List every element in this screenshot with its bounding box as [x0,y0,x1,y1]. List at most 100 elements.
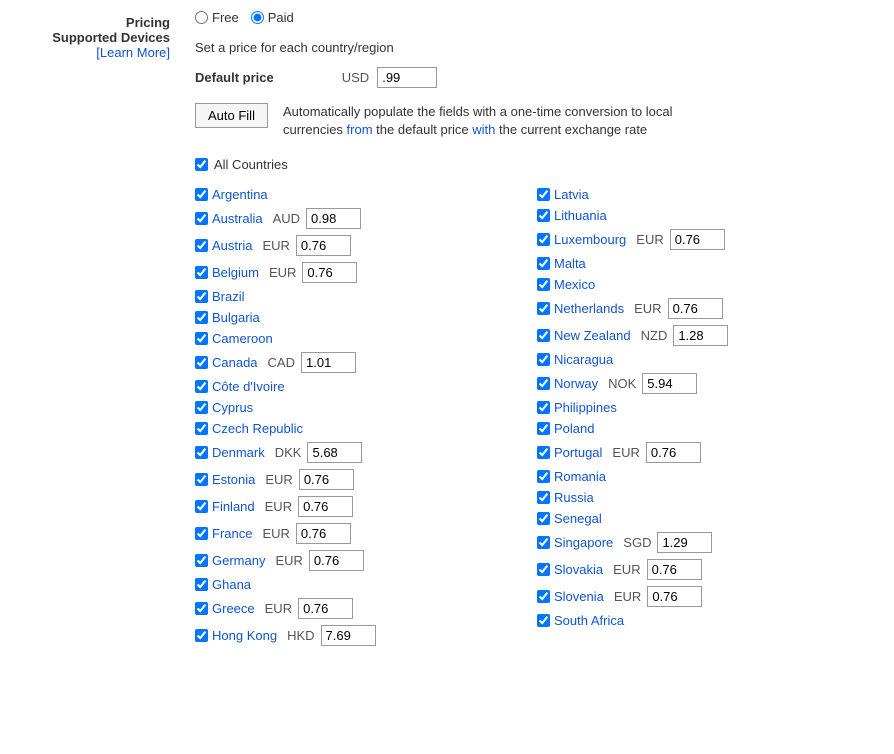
country-link[interactable]: South Africa [554,613,624,628]
country-checkbox[interactable] [195,239,208,252]
country-price-input[interactable] [296,235,351,256]
country-price-input[interactable] [647,559,702,580]
country-link[interactable]: Russia [554,490,594,505]
country-price-input[interactable] [298,598,353,619]
country-link[interactable]: Brazil [212,289,245,304]
country-link[interactable]: Romania [554,469,606,484]
country-link[interactable]: Nicaragua [554,352,613,367]
country-link[interactable]: Luxembourg [554,232,626,247]
country-checkbox[interactable] [537,422,550,435]
country-checkbox[interactable] [537,278,550,291]
country-checkbox[interactable] [537,590,550,603]
country-checkbox[interactable] [195,527,208,540]
paid-radio-label[interactable]: Paid [251,10,294,25]
country-link[interactable]: Greece [212,601,255,616]
country-price-input[interactable] [299,469,354,490]
country-link[interactable]: Netherlands [554,301,624,316]
country-link[interactable]: Côte d'Ivoire [212,379,285,394]
country-price-input[interactable] [670,229,725,250]
country-link[interactable]: Czech Republic [212,421,303,436]
country-link[interactable]: New Zealand [554,328,631,343]
country-link[interactable]: Finland [212,499,255,514]
country-link[interactable]: Canada [212,355,258,370]
country-link[interactable]: Poland [554,421,594,436]
country-price-input[interactable] [673,325,728,346]
free-radio[interactable] [195,11,208,24]
country-link[interactable]: France [212,526,252,541]
country-price-input[interactable] [309,550,364,571]
country-link[interactable]: Argentina [212,187,268,202]
country-link[interactable]: Senegal [554,511,602,526]
country-checkbox[interactable] [537,188,550,201]
country-link[interactable]: Hong Kong [212,628,277,643]
country-link[interactable]: Australia [212,211,263,226]
country-checkbox[interactable] [537,512,550,525]
country-checkbox[interactable] [537,470,550,483]
country-checkbox[interactable] [195,446,208,459]
country-link[interactable]: Lithuania [554,208,607,223]
country-link[interactable]: Belgium [212,265,259,280]
free-radio-label[interactable]: Free [195,10,239,25]
country-checkbox[interactable] [195,629,208,642]
country-checkbox[interactable] [537,257,550,270]
country-checkbox[interactable] [195,422,208,435]
country-link[interactable]: Ghana [212,577,251,592]
country-checkbox[interactable] [537,377,550,390]
country-checkbox[interactable] [195,332,208,345]
country-price-input[interactable] [296,523,351,544]
country-link[interactable]: Cameroon [212,331,273,346]
country-price-input[interactable] [668,298,723,319]
country-checkbox[interactable] [195,311,208,324]
country-link[interactable]: Germany [212,553,265,568]
country-link[interactable]: Latvia [554,187,589,202]
country-checkbox[interactable] [195,554,208,567]
country-checkbox[interactable] [195,602,208,615]
country-price-input[interactable] [306,208,361,229]
country-checkbox[interactable] [195,473,208,486]
country-price-input[interactable] [321,625,376,646]
country-link[interactable]: Bulgaria [212,310,260,325]
country-price-input[interactable] [657,532,712,553]
country-price-input[interactable] [642,373,697,394]
country-checkbox[interactable] [195,356,208,369]
country-link[interactable]: Portugal [554,445,602,460]
country-checkbox[interactable] [537,491,550,504]
country-link[interactable]: Norway [554,376,598,391]
country-checkbox[interactable] [537,329,550,342]
country-checkbox[interactable] [195,290,208,303]
country-checkbox[interactable] [537,401,550,414]
country-checkbox[interactable] [537,233,550,246]
country-checkbox[interactable] [537,353,550,366]
country-price-input[interactable] [298,496,353,517]
country-price-input[interactable] [647,586,702,607]
country-price-input[interactable] [646,442,701,463]
country-link[interactable]: Mexico [554,277,595,292]
country-link[interactable]: Singapore [554,535,613,550]
country-checkbox[interactable] [537,614,550,627]
country-checkbox[interactable] [537,563,550,576]
country-link[interactable]: Slovakia [554,562,603,577]
country-price-input[interactable] [307,442,362,463]
country-checkbox[interactable] [195,188,208,201]
country-link[interactable]: Cyprus [212,400,253,415]
country-checkbox[interactable] [195,212,208,225]
country-checkbox[interactable] [537,536,550,549]
country-price-input[interactable] [302,262,357,283]
sidebar-learn-more[interactable]: [Learn More] [96,45,170,60]
autofill-button[interactable]: Auto Fill [195,103,268,128]
country-checkbox[interactable] [195,266,208,279]
country-price-input[interactable] [301,352,356,373]
country-checkbox[interactable] [195,401,208,414]
country-link[interactable]: Austria [212,238,252,253]
country-checkbox[interactable] [195,500,208,513]
country-checkbox[interactable] [195,380,208,393]
country-link[interactable]: Malta [554,256,586,271]
default-price-input[interactable] [377,67,437,88]
all-countries-checkbox[interactable] [195,158,208,171]
country-checkbox[interactable] [537,209,550,222]
country-link[interactable]: Denmark [212,445,265,460]
country-link[interactable]: Slovenia [554,589,604,604]
country-checkbox[interactable] [195,578,208,591]
paid-radio[interactable] [251,11,264,24]
country-link[interactable]: Estonia [212,472,255,487]
